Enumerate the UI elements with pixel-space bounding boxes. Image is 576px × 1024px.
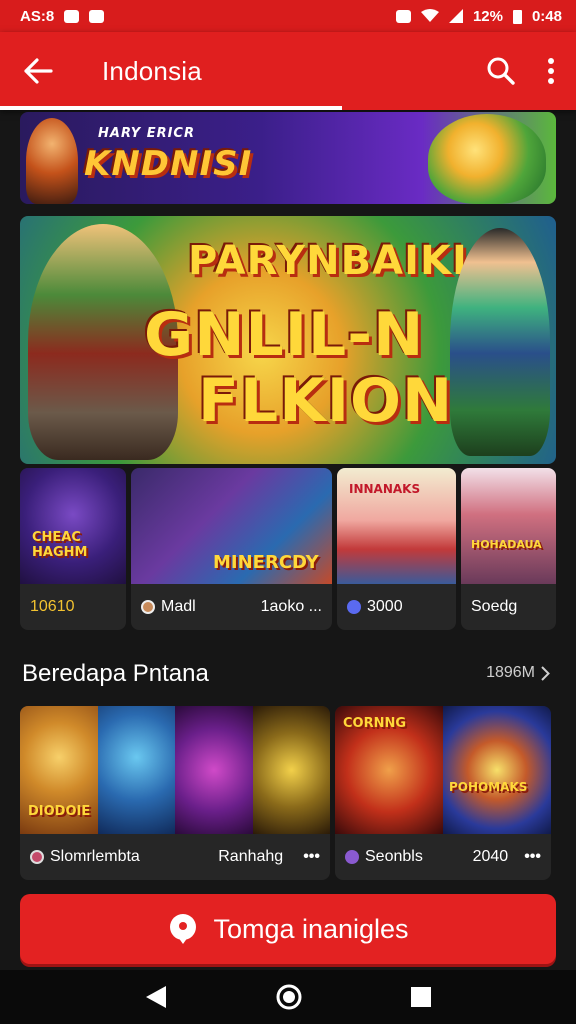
game-thumbnail: MINERCDY xyxy=(131,468,332,584)
game-thumb-title: CHEAC HAGHM xyxy=(32,530,88,560)
game-card[interactable]: CORNNG POHOMAKS Seonbls 2040 ••• xyxy=(335,706,551,880)
signal-icon xyxy=(448,9,463,23)
game-icon xyxy=(141,600,155,614)
tab-indicator xyxy=(0,106,342,110)
game-label: 10610 xyxy=(30,598,75,615)
system-nav-bar xyxy=(0,970,576,1024)
thumb-panel: DIODOIE xyxy=(20,706,98,834)
game-card[interactable]: MINERCDY Madl 1aoko ... xyxy=(131,468,332,630)
game-meta: Madl 1aoko ... xyxy=(131,584,332,630)
location-pin-icon xyxy=(170,914,197,944)
section-see-all-link[interactable]: 1896M xyxy=(486,664,550,682)
thumb-panel xyxy=(252,706,330,834)
banner-top-title: KNDNISI xyxy=(84,144,253,184)
search-button[interactable] xyxy=(476,32,526,110)
more-dots-icon[interactable]: ••• xyxy=(303,848,320,866)
back-arrow-icon xyxy=(24,58,53,84)
gem-icon xyxy=(345,850,359,864)
game-thumbnail: DIODOIE xyxy=(20,706,330,834)
featured-games-row: CHEAC HAGHM 10610 MINERCDY Madl 1aoko ..… xyxy=(20,468,556,630)
game-more: Ranhahg xyxy=(218,848,284,865)
game-meta: Seonbls 2040 ••• xyxy=(335,834,551,880)
game-meta: Slomrlembta Ranhahg ••• xyxy=(20,834,330,880)
status-right: 12% 0:48 xyxy=(395,7,562,25)
game-label: Seonbls xyxy=(365,848,423,865)
nav-recents-icon[interactable] xyxy=(410,986,432,1008)
game-thumbnail: CORNNG POHOMAKS xyxy=(335,706,551,834)
wifi-icon xyxy=(420,9,439,22)
game-more: 2040 xyxy=(472,848,509,865)
game-meta: Soedg xyxy=(461,584,556,630)
game-icon xyxy=(30,850,44,864)
game-thumb-title: POHOMAKS xyxy=(449,780,528,794)
game-thumb-title: DIODOIE xyxy=(28,804,91,819)
cta-label: Tomga inanigles xyxy=(213,913,409,944)
game-label: Soedg xyxy=(471,598,518,615)
battery-icon xyxy=(512,9,522,24)
more-dots-icon[interactable]: ••• xyxy=(524,848,541,866)
game-thumb-title: CORNNG xyxy=(343,716,407,731)
status-time-right: 0:48 xyxy=(531,7,562,25)
banner-main-line3: FLKIONI xyxy=(198,366,477,436)
game-thumb-title: MINERCDY xyxy=(213,552,319,573)
app-bar: Indonsia xyxy=(0,32,576,110)
nav-home-icon[interactable] xyxy=(275,983,303,1011)
game-thumbnail: HOHADAUA xyxy=(461,468,556,584)
game-thumb-title: HOHADAUA xyxy=(471,538,542,551)
banner-character-left xyxy=(26,118,78,204)
game-card[interactable]: CHEAC HAGHM 10610 xyxy=(20,468,126,630)
section-games-row: DIODOIE Slomrlembta Ranhahg ••• CORNNG P… xyxy=(20,706,556,880)
game-label: Slomrlembta xyxy=(50,848,140,865)
bookmark-icon xyxy=(89,9,105,23)
game-card[interactable]: HOHADAUA Soedg xyxy=(461,468,556,630)
game-label: Madl xyxy=(161,598,196,615)
game-thumbnail: INNANAKS xyxy=(337,468,456,584)
banner-hero-right xyxy=(450,228,550,456)
cta-button[interactable]: Tomga inanigles xyxy=(20,894,556,964)
back-button[interactable] xyxy=(0,32,76,110)
overflow-menu-button[interactable] xyxy=(526,32,576,110)
chevron-right-icon xyxy=(541,665,550,681)
game-meta: 3000 xyxy=(337,584,456,630)
vibrate-icon xyxy=(395,9,411,23)
game-label: 3000 xyxy=(367,598,403,615)
banner-main-line2: GNLIL-N xyxy=(144,300,425,370)
thumb-panel xyxy=(175,706,253,834)
game-card[interactable]: INNANAKS 3000 xyxy=(337,468,456,630)
promo-banner-main[interactable]: PARYNBAIKI GNLIL-N FLKIONI xyxy=(20,216,556,464)
banner-main-line1: PARYNBAIKI xyxy=(188,238,468,284)
banner-top-subtitle: HARY ERICR xyxy=(98,126,195,141)
nav-back-icon[interactable] xyxy=(144,984,168,1010)
game-card[interactable]: DIODOIE Slomrlembta Ranhahg ••• xyxy=(20,706,330,880)
game-thumb-title: INNANAKS xyxy=(349,482,421,496)
game-more: 1aoko ... xyxy=(260,598,322,615)
more-vert-icon xyxy=(548,58,554,84)
section-title: Beredapa Pntana xyxy=(22,660,209,687)
status-bar: AS:8 12% 0:48 xyxy=(0,0,576,32)
notification-icon xyxy=(64,9,80,23)
status-time-left: AS:8 xyxy=(20,7,55,25)
thumb-panel: CORNNG xyxy=(335,706,443,834)
search-icon xyxy=(487,57,515,85)
game-thumbnail: CHEAC HAGHM xyxy=(20,468,126,584)
page-title: Indonsia xyxy=(102,55,202,86)
banner-character-right xyxy=(428,114,546,204)
thumb-panel: POHOMAKS xyxy=(443,706,551,834)
status-left: AS:8 xyxy=(20,7,105,25)
thumb-panel xyxy=(97,706,175,834)
section-link-label: 1896M xyxy=(486,664,535,681)
gem-icon xyxy=(347,600,361,614)
game-meta: 10610 xyxy=(20,584,126,630)
battery-percent: 12% xyxy=(472,7,503,25)
promo-banner-top[interactable]: HARY ERICR KNDNISI xyxy=(20,112,556,204)
